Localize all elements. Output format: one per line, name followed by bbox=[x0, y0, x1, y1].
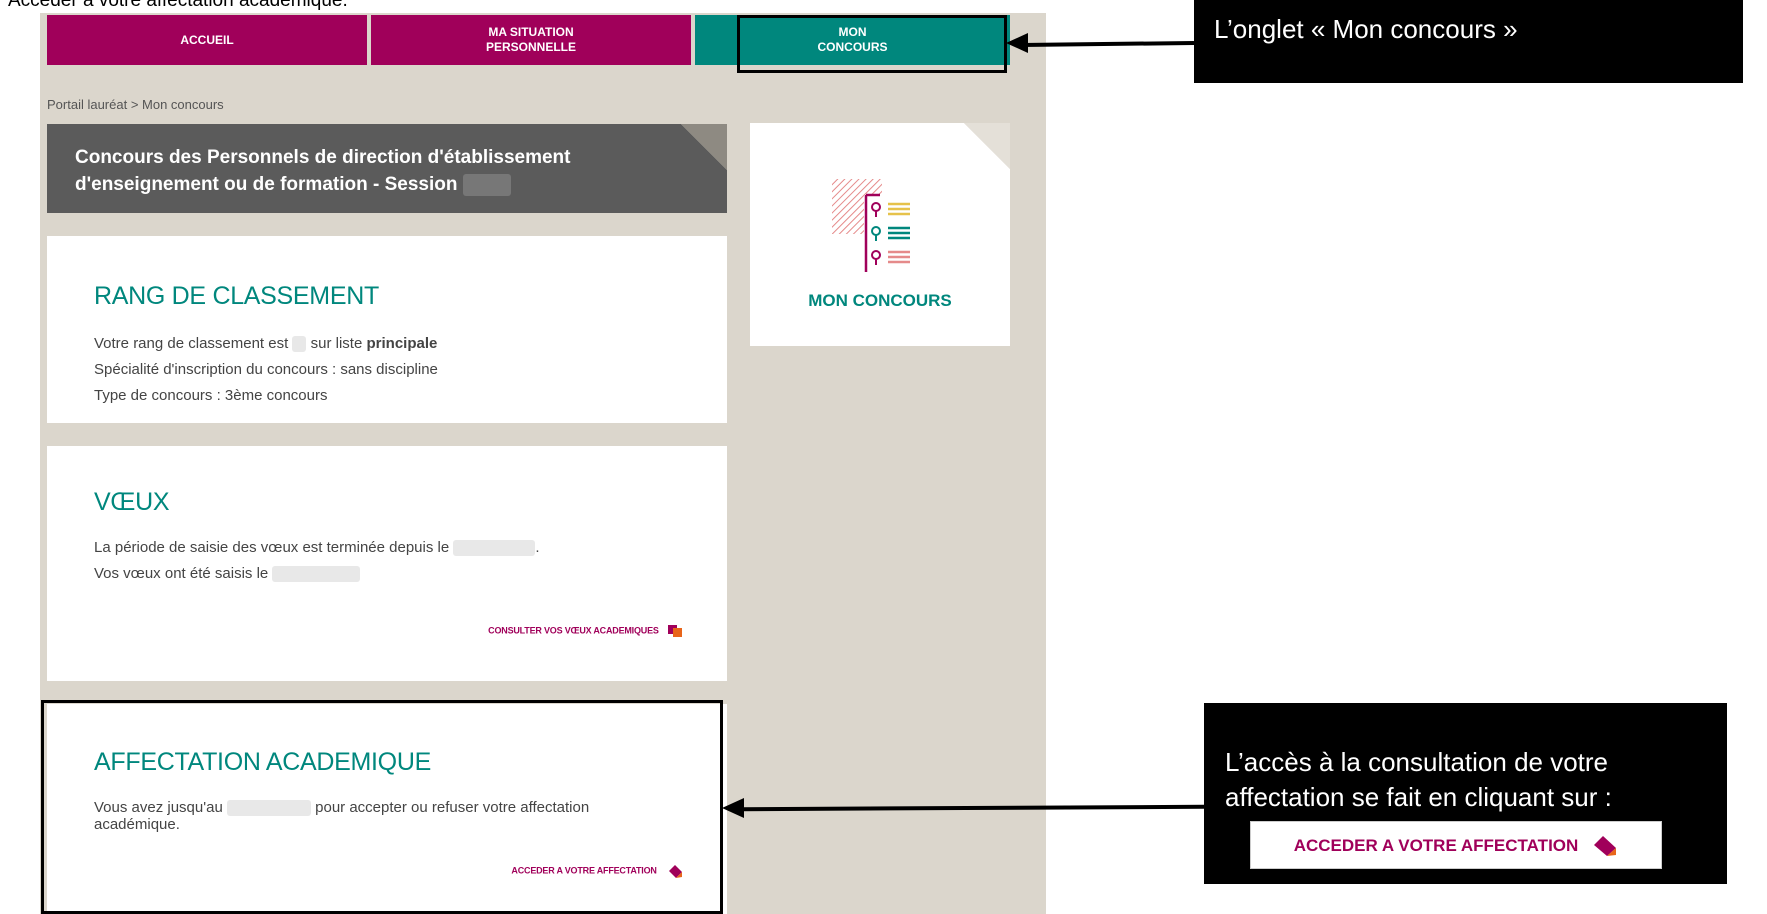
side-card-fold-shadow bbox=[964, 123, 1010, 169]
mon-concours-card[interactable]: MON CONCOURS bbox=[750, 123, 1010, 346]
voeux-line-1: La période de saisie des vœux est termin… bbox=[94, 535, 680, 561]
banner-line-2-text: d'enseignement ou de formation - Session bbox=[75, 174, 458, 195]
voeux-line-2: Vos vœux ont été saisis le bbox=[94, 561, 680, 587]
tab-situation-label: MA SITUATION PERSONNELLE bbox=[485, 25, 576, 54]
voeux-card: VŒUX La période de saisie des vœux est t… bbox=[47, 446, 727, 681]
pencil-icon bbox=[1594, 836, 1617, 856]
copy-icon bbox=[668, 625, 682, 637]
contest-list-icon bbox=[832, 179, 912, 275]
voeux-line-1-pre: La période de saisie des vœux est termin… bbox=[94, 539, 450, 556]
acceder-affectation-button[interactable]: ACCEDER A VOTRE AFFECTATION bbox=[1250, 821, 1662, 869]
consult-voeux-link[interactable]: CONSULTER VOS VŒUX ACADEMIQUES bbox=[488, 624, 683, 638]
tab-accueil[interactable]: ACCUEIL bbox=[47, 15, 367, 65]
rang-line-3: Type de concours : 3ème concours bbox=[94, 387, 328, 404]
tab-situation-personnelle[interactable]: MA SITUATION PERSONNELLE bbox=[371, 15, 691, 65]
access-callout-line-1: L’accès à la consultation de votre bbox=[1225, 747, 1609, 777]
page-title-banner: Concours des Personnels de direction d'é… bbox=[47, 124, 727, 213]
banner-line-2: d'enseignement ou de formation - Session bbox=[75, 171, 699, 198]
rang-line-1-pre: Votre rang de classement est bbox=[94, 335, 289, 352]
arrow-to-tab bbox=[1021, 40, 1195, 48]
voeux-line-2-pre: Vos vœux ont été saisis le bbox=[94, 565, 269, 582]
arrow-head-tab-icon bbox=[1006, 33, 1028, 53]
affectation-highlight-box bbox=[41, 700, 723, 914]
redacted-rank bbox=[292, 336, 307, 353]
callout-button-label: ACCEDER A VOTRE AFFECTATION bbox=[1293, 835, 1579, 855]
redacted-date-1 bbox=[453, 540, 536, 557]
redacted-session bbox=[462, 173, 511, 196]
rang-line-2: Spécialité d'inscription du concours : s… bbox=[94, 361, 438, 378]
voeux-line-1-post: . bbox=[535, 539, 540, 556]
side-card-label: MON CONCOURS bbox=[808, 291, 952, 310]
breadcrumb: Portail lauréat > Mon concours bbox=[47, 97, 224, 112]
redacted-date-2 bbox=[272, 566, 361, 583]
rang-card: RANG DE CLASSEMENT Votre rang de classem… bbox=[47, 236, 727, 423]
tab-highlight-box bbox=[737, 15, 1007, 73]
rang-title: RANG DE CLASSEMENT bbox=[94, 282, 379, 310]
rang-line-1: Votre rang de classement est sur liste p… bbox=[94, 331, 680, 357]
document-title: Accéder à votre affectation académique. bbox=[8, 0, 348, 11]
arrow-head-affectation-icon bbox=[722, 798, 744, 818]
access-callout: L’accès à la consultation de votre affec… bbox=[1204, 703, 1727, 884]
banner-fold-shadow bbox=[681, 124, 727, 170]
rang-list-type: principale bbox=[366, 335, 438, 352]
rang-line-1-mid: sur liste bbox=[310, 335, 363, 352]
access-callout-line-2: affectation se fait en cliquant sur : bbox=[1225, 782, 1612, 812]
tab-accueil-label: ACCUEIL bbox=[180, 32, 234, 47]
voeux-title: VŒUX bbox=[94, 488, 170, 516]
consult-voeux-label: CONSULTER VOS VŒUX ACADEMIQUES bbox=[488, 625, 659, 636]
tab-callout: L’onglet « Mon concours » bbox=[1194, 0, 1743, 83]
tab-callout-text: L’onglet « Mon concours » bbox=[1214, 14, 1518, 44]
banner-line-1: Concours des Personnels de direction d'é… bbox=[75, 147, 571, 168]
